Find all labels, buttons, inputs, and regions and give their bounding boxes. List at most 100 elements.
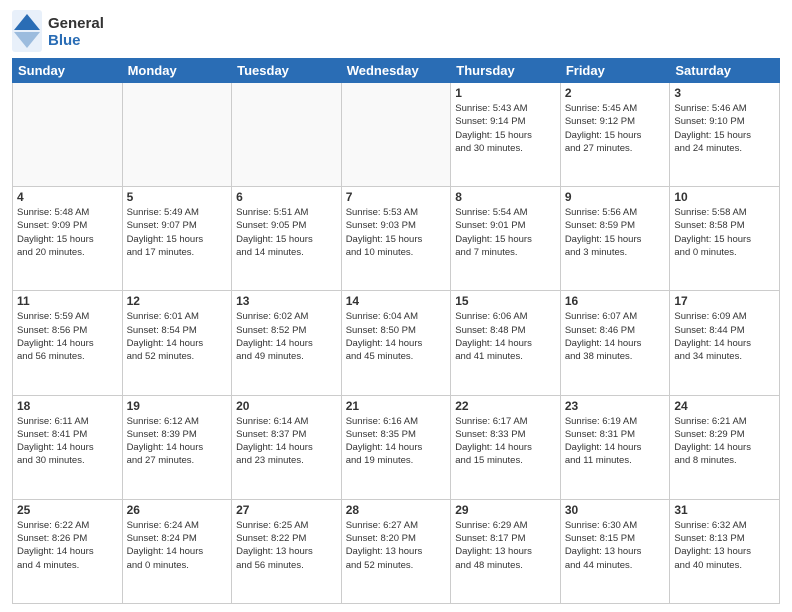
info-line: Sunset: 9:09 PM [17, 219, 118, 232]
info-line: Daylight: 14 hours [565, 337, 666, 350]
day-number: 7 [346, 190, 447, 204]
calendar-week-row: 25Sunrise: 6:22 AMSunset: 8:26 PMDayligh… [13, 499, 780, 603]
page-container: General Blue SundayMondayTuesdayWednesda… [0, 0, 792, 612]
logo: General Blue [12, 10, 142, 52]
info-line: Daylight: 14 hours [346, 441, 447, 454]
info-line: Sunrise: 5:53 AM [346, 206, 447, 219]
day-number: 15 [455, 294, 556, 308]
day-number: 13 [236, 294, 337, 308]
info-line: Daylight: 15 hours [236, 233, 337, 246]
info-line: and 38 minutes. [565, 350, 666, 363]
day-info: Sunrise: 6:27 AMSunset: 8:20 PMDaylight:… [346, 519, 447, 572]
info-line: and 45 minutes. [346, 350, 447, 363]
day-number: 3 [674, 86, 775, 100]
info-line: Sunrise: 6:12 AM [127, 415, 228, 428]
info-line: Daylight: 14 hours [127, 545, 228, 558]
info-line: Daylight: 13 hours [674, 545, 775, 558]
info-line: Sunset: 8:29 PM [674, 428, 775, 441]
calendar-cell [232, 83, 342, 187]
info-line: Daylight: 13 hours [346, 545, 447, 558]
calendar-cell: 5Sunrise: 5:49 AMSunset: 9:07 PMDaylight… [122, 187, 232, 291]
info-line: Daylight: 14 hours [674, 441, 775, 454]
info-line: Daylight: 15 hours [346, 233, 447, 246]
info-line: and 24 minutes. [674, 142, 775, 155]
info-line: and 10 minutes. [346, 246, 447, 259]
info-line: and 48 minutes. [455, 559, 556, 572]
info-line: Sunrise: 6:09 AM [674, 310, 775, 323]
info-line: Sunrise: 6:07 AM [565, 310, 666, 323]
info-line: and 20 minutes. [17, 246, 118, 259]
info-line: and 56 minutes. [17, 350, 118, 363]
day-info: Sunrise: 5:43 AMSunset: 9:14 PMDaylight:… [455, 102, 556, 155]
calendar-cell: 10 Sunrise: 5:58 AMSunset: 8:58 PMDayligh… [670, 187, 780, 291]
info-line: Daylight: 14 hours [17, 545, 118, 558]
day-info: Sunrise: 5:58 AMSunset: 8:58 PMDaylight:… [674, 206, 775, 259]
day-number: 25 [17, 503, 118, 517]
info-line: Sunset: 9:14 PM [455, 115, 556, 128]
info-line: Sunset: 8:17 PM [455, 532, 556, 545]
info-line: and 40 minutes. [674, 559, 775, 572]
info-line: Sunset: 8:26 PM [17, 532, 118, 545]
info-line: Sunset: 9:03 PM [346, 219, 447, 232]
info-line: and 52 minutes. [346, 559, 447, 572]
day-info: Sunrise: 6:06 AMSunset: 8:48 PMDaylight:… [455, 310, 556, 363]
calendar-cell: 28 Sunrise: 6:27 AMSunset: 8:20 PMDayligh… [341, 499, 451, 603]
day-number: 10 [674, 190, 775, 204]
day-info: Sunrise: 5:46 AMSunset: 9:10 PMDaylight:… [674, 102, 775, 155]
day-number: 5 [127, 190, 228, 204]
day-info: Sunrise: 6:32 AMSunset: 8:13 PMDaylight:… [674, 519, 775, 572]
calendar-cell: 12Sunrise: 6:01 AMSunset: 8:54 PMDayligh… [122, 291, 232, 395]
day-info: Sunrise: 5:53 AMSunset: 9:03 PMDaylight:… [346, 206, 447, 259]
col-header-thursday: Thursday [451, 59, 561, 83]
day-number: 11 [17, 294, 118, 308]
info-line: and 23 minutes. [236, 454, 337, 467]
day-info: Sunrise: 6:02 AMSunset: 8:52 PMDaylight:… [236, 310, 337, 363]
calendar-cell: 11Sunrise: 5:59 AMSunset: 8:56 PMDayligh… [13, 291, 123, 395]
info-line: Sunset: 8:13 PM [674, 532, 775, 545]
info-line: Sunrise: 6:14 AM [236, 415, 337, 428]
day-number: 26 [127, 503, 228, 517]
info-line: Sunrise: 6:17 AM [455, 415, 556, 428]
calendar-cell: 2Sunrise: 5:45 AMSunset: 9:12 PMDaylight… [560, 83, 670, 187]
info-line: Daylight: 15 hours [455, 233, 556, 246]
calendar-cell [13, 83, 123, 187]
info-line: Sunrise: 5:56 AM [565, 206, 666, 219]
col-header-monday: Monday [122, 59, 232, 83]
calendar-cell: 25Sunrise: 6:22 AMSunset: 8:26 PMDayligh… [13, 499, 123, 603]
info-line: Daylight: 14 hours [346, 337, 447, 350]
info-line: and 8 minutes. [674, 454, 775, 467]
info-line: Daylight: 14 hours [17, 441, 118, 454]
info-line: Sunset: 8:52 PM [236, 324, 337, 337]
day-number: 8 [455, 190, 556, 204]
info-line: Sunset: 8:15 PM [565, 532, 666, 545]
calendar-cell: 4Sunrise: 5:48 AMSunset: 9:09 PMDaylight… [13, 187, 123, 291]
day-number: 17 [674, 294, 775, 308]
info-line: Sunset: 8:35 PM [346, 428, 447, 441]
day-number: 31 [674, 503, 775, 517]
calendar-cell: 1Sunrise: 5:43 AMSunset: 9:14 PMDaylight… [451, 83, 561, 187]
info-line: and 15 minutes. [455, 454, 556, 467]
day-info: Sunrise: 5:54 AMSunset: 9:01 PMDaylight:… [455, 206, 556, 259]
calendar-cell: 13 Sunrise: 6:02 AMSunset: 8:52 PMDayligh… [232, 291, 342, 395]
info-line: Sunset: 8:31 PM [565, 428, 666, 441]
calendar-cell: 24Sunrise: 6:21 AMSunset: 8:29 PMDayligh… [670, 395, 780, 499]
info-line: and 4 minutes. [17, 559, 118, 572]
info-line: Daylight: 14 hours [565, 441, 666, 454]
info-line: Sunset: 8:50 PM [346, 324, 447, 337]
info-line: Sunrise: 5:54 AM [455, 206, 556, 219]
info-line: and 7 minutes. [455, 246, 556, 259]
day-info: Sunrise: 6:07 AMSunset: 8:46 PMDaylight:… [565, 310, 666, 363]
info-line: and 19 minutes. [346, 454, 447, 467]
info-line: Sunset: 8:37 PM [236, 428, 337, 441]
day-info: Sunrise: 6:11 AMSunset: 8:41 PMDaylight:… [17, 415, 118, 468]
calendar-cell: 17Sunrise: 6:09 AMSunset: 8:44 PMDayligh… [670, 291, 780, 395]
info-line: Sunrise: 6:16 AM [346, 415, 447, 428]
day-number: 28 [346, 503, 447, 517]
info-line: Daylight: 15 hours [674, 129, 775, 142]
info-line: Daylight: 14 hours [674, 337, 775, 350]
info-line: Sunrise: 6:24 AM [127, 519, 228, 532]
calendar-cell: 3 Sunrise: 5:46 AMSunset: 9:10 PMDaylight… [670, 83, 780, 187]
info-line: Daylight: 15 hours [455, 129, 556, 142]
calendar-cell: 31 Sunrise: 6:32 AMSunset: 8:13 PMDayligh… [670, 499, 780, 603]
day-info: Sunrise: 6:30 AMSunset: 8:15 PMDaylight:… [565, 519, 666, 572]
